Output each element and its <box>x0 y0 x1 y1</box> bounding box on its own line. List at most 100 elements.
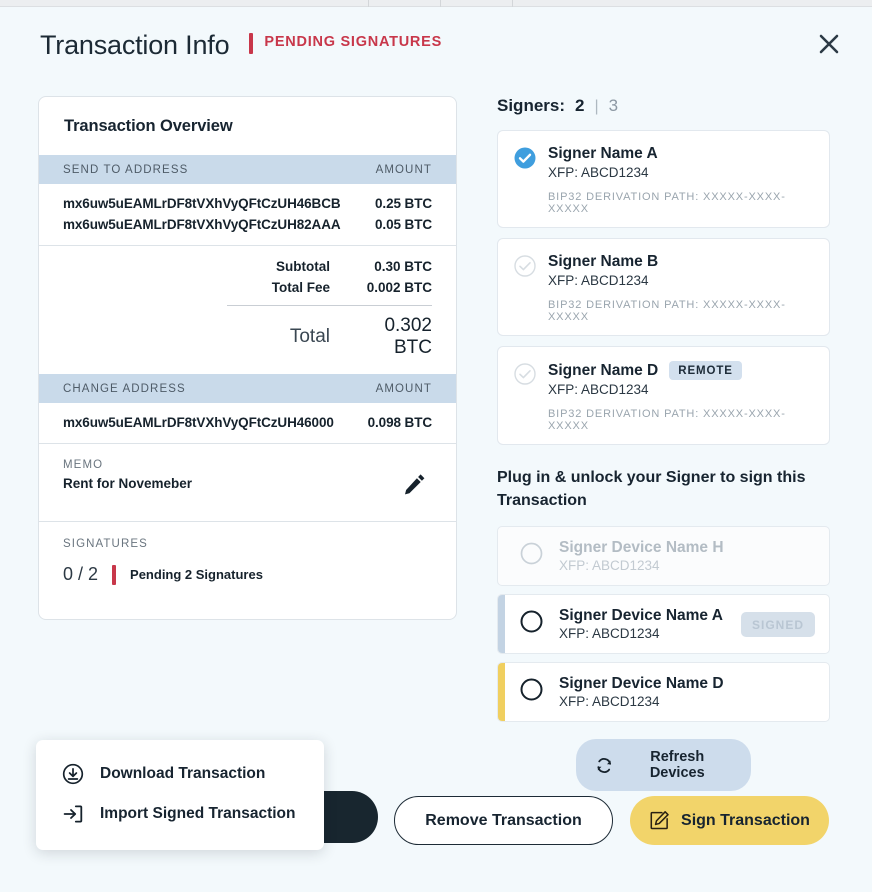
page-title: Transaction Info <box>40 30 230 60</box>
remote-badge: REMOTE <box>669 361 742 380</box>
close-icon <box>819 34 839 54</box>
signers-label: Signers: <box>497 96 566 115</box>
transaction-actions-menu: Download Transaction Import Signed Trans… <box>36 740 324 850</box>
total-fee-row: Total Fee 0.002 BTC <box>63 277 432 298</box>
change-amount-column-header: AMOUNT <box>375 383 432 395</box>
change-address-column-header: CHANGE ADDRESS <box>63 383 186 395</box>
memo-label: MEMO <box>63 459 104 471</box>
signer-xfp: XFP: ABCD1234 <box>548 273 649 288</box>
subtotal-row: Subtotal 0.30 BTC <box>63 256 432 277</box>
signatures-label: SIGNATURES <box>63 538 148 550</box>
change-amount-value: 0.098 BTC <box>367 415 432 430</box>
totals-section: Subtotal 0.30 BTC Total Fee 0.002 BTC To… <box>39 246 456 374</box>
signatures-section: SIGNATURES 0 / 2 Pending 2 Signatures <box>39 522 456 619</box>
send-amount-value: 0.05 BTC <box>375 217 432 232</box>
signature-count: 0 / 2 <box>63 564 99 584</box>
device-name: Signer Device Name A <box>559 607 723 625</box>
signatures-status-row: 0 / 2 Pending 2 Signatures <box>63 564 432 585</box>
send-address-value: mx6uw5uEAMLrDF8tVXhVyQFtCzUH82AAA <box>63 217 341 232</box>
device-xfp: XFP: ABCD1234 <box>559 558 660 574</box>
dialog-header: Transaction Info PENDING SIGNATURES <box>40 30 442 61</box>
total-row: Total 0.302 BTC <box>63 312 432 362</box>
signer-derivation-path: BIP32 DERIVATION PATH: XXXXX-XXXX-XXXXX <box>548 299 786 323</box>
signer-card-b[interactable]: Signer Name B XFP: ABCD1234 BIP32 DERIVA… <box>497 238 830 336</box>
status-accent-bar <box>249 33 254 54</box>
refresh-devices-button[interactable]: Refresh Devices <box>576 739 751 792</box>
send-to-address-rows: mx6uw5uEAMLrDF8tVXhVyQFtCzUH46BCB 0.25 B… <box>39 184 456 245</box>
send-to-address-header: SEND TO ADDRESS AMOUNT <box>39 155 456 184</box>
browser-top-strip <box>0 0 872 7</box>
device-xfp: XFP: ABCD1234 <box>559 694 660 710</box>
signer-card-a[interactable]: Signer Name A XFP: ABCD1234 BIP32 DERIVA… <box>497 130 830 228</box>
send-address-column-header: SEND TO ADDRESS <box>63 164 189 176</box>
signer-name-row: Signer Name A <box>548 145 813 163</box>
device-name: Signer Device Name D <box>559 675 724 693</box>
signer-card-d[interactable]: Signer Name D REMOTE XFP: ABCD1234 BIP32… <box>497 346 830 445</box>
sign-transaction-button[interactable]: Sign Transaction <box>630 796 829 845</box>
device-card-h[interactable]: Signer Device Name H XFP: ABCD1234 <box>497 526 830 587</box>
signer-xfp: XFP: ABCD1234 <box>548 382 649 397</box>
menu-item-import-signed-transaction[interactable]: Import Signed Transaction <box>36 794 324 834</box>
subtotal-label: Subtotal <box>276 259 330 274</box>
total-label: Total <box>289 326 330 347</box>
check-circle-outline-icon <box>514 253 536 323</box>
change-address-value: mx6uw5uEAMLrDF8tVXhVyQFtCzUH46000 <box>63 415 334 430</box>
remove-transaction-button[interactable]: Remove Transaction <box>394 796 613 845</box>
plug-in-heading: Plug in & unlock your Signer to sign thi… <box>497 469 806 509</box>
sign-transaction-label: Sign Transaction <box>681 811 810 829</box>
signers-current-count: 2 <box>575 96 585 115</box>
signer-name: Signer Name D <box>548 361 659 379</box>
signer-xfp: XFP: ABCD1234 <box>548 165 649 180</box>
signer-name: Signer Name B <box>548 253 659 270</box>
table-row: mx6uw5uEAMLrDF8tVXhVyQFtCzUH46BCB 0.25 B… <box>39 193 456 214</box>
memo-value: Rent for Novemeber <box>63 476 193 491</box>
pencil-icon <box>405 474 425 495</box>
status-badge-label: PENDING SIGNATURES <box>264 33 442 50</box>
menu-item-download-transaction[interactable]: Download Transaction <box>36 754 324 794</box>
check-circle-filled-icon <box>514 145 536 215</box>
signer-name-row: Signer Name B <box>548 253 813 271</box>
download-circle-icon <box>62 763 84 785</box>
signers-panel: Signers: 2 | 3 Signer Name A XFP: ABCD12… <box>497 96 830 792</box>
total-value: 0.302 BTC <box>384 315 432 358</box>
signature-accent-bar <box>112 564 117 585</box>
totals-divider <box>227 305 432 306</box>
device-accent-bar <box>498 595 505 654</box>
signed-badge: SIGNED <box>740 611 815 637</box>
device-card-d[interactable]: Signer Device Name D XFP: ABCD1234 <box>497 662 830 723</box>
status-badge: PENDING SIGNATURES <box>249 31 442 54</box>
signer-derivation-path: BIP32 DERIVATION PATH: XXXXX-XXXX-XXXXX <box>548 408 786 432</box>
signature-status-text: Pending 2 Signatures <box>130 567 263 582</box>
overview-card-title: Transaction Overview <box>64 117 233 135</box>
device-xfp: XFP: ABCD1234 <box>559 626 660 642</box>
memo-edit-button[interactable] <box>398 467 432 504</box>
signer-derivation-path: BIP32 DERIVATION PATH: XXXXX-XXXX-XXXXX <box>548 191 786 215</box>
subtotal-value: 0.30 BTC <box>374 259 432 274</box>
transaction-overview-card: Transaction Overview SEND TO ADDRESS AMO… <box>38 96 457 620</box>
signers-separator: | <box>594 98 599 115</box>
menu-item-label: Download Transaction <box>100 765 266 782</box>
import-box-icon <box>63 805 83 823</box>
send-amount-value: 0.25 BTC <box>375 196 432 211</box>
total-fee-label: Total Fee <box>271 280 330 295</box>
signer-name: Signer Name A <box>548 145 658 162</box>
change-address-header: CHANGE ADDRESS AMOUNT <box>39 374 456 403</box>
signer-name-row: Signer Name D REMOTE <box>548 361 813 380</box>
device-accent-bar <box>498 663 505 722</box>
close-button[interactable] <box>810 25 848 63</box>
memo-section: MEMO Rent for Novemeber <box>39 444 456 521</box>
check-circle-outline-icon <box>514 361 536 432</box>
device-accent-bar <box>498 527 505 585</box>
refresh-icon <box>597 758 612 773</box>
send-amount-column-header: AMOUNT <box>375 164 432 176</box>
refresh-devices-label: Refresh Devices <box>649 749 705 782</box>
change-address-rows: mx6uw5uEAMLrDF8tVXhVyQFtCzUH46000 0.098 … <box>39 403 456 443</box>
edit-square-icon <box>650 811 669 830</box>
signers-heading: Signers: 2 | 3 <box>497 96 830 116</box>
radio-empty-icon <box>520 542 543 570</box>
device-card-a[interactable]: Signer Device Name A XFP: ABCD1234 SIGNE… <box>497 594 830 655</box>
device-name: Signer Device Name H <box>559 539 724 557</box>
send-address-value: mx6uw5uEAMLrDF8tVXhVyQFtCzUH46BCB <box>63 196 341 211</box>
radio-empty-icon <box>520 610 543 638</box>
radio-empty-icon <box>520 678 543 706</box>
